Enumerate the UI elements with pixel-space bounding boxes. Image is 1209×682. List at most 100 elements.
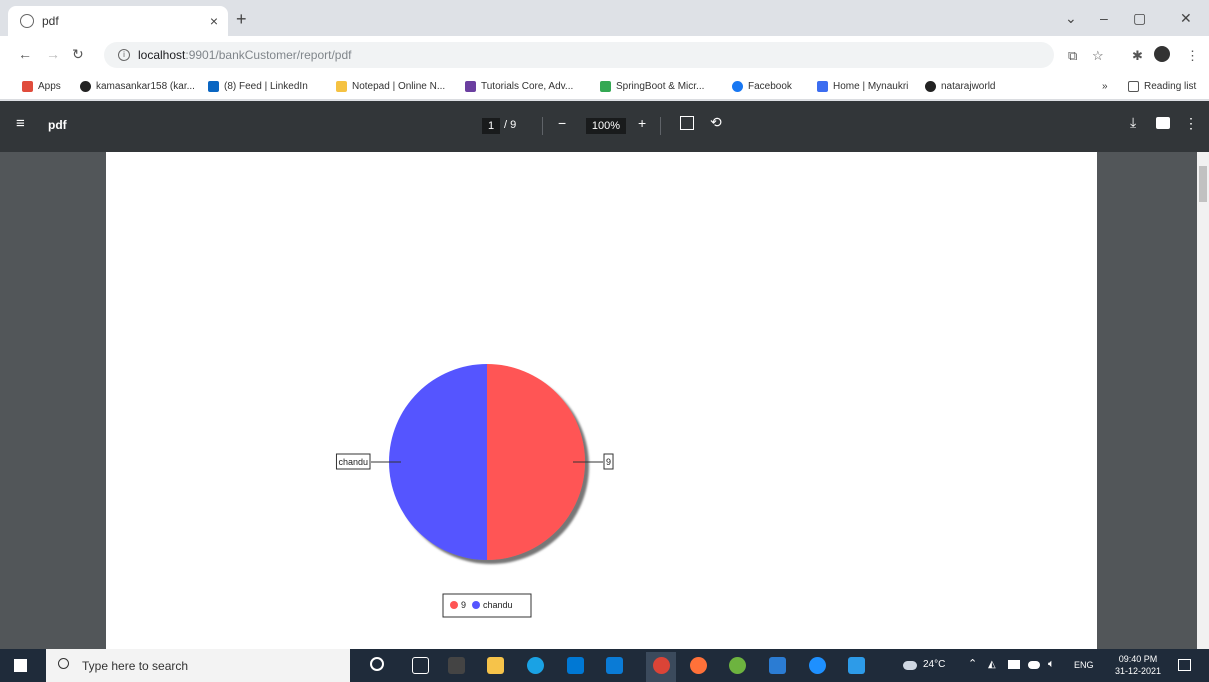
chart-legend: 9 chandu	[442, 593, 532, 618]
rotate-icon[interactable]: ⟲	[710, 114, 722, 131]
mail-icon[interactable]	[606, 657, 623, 674]
app-icon[interactable]	[809, 657, 826, 674]
browser-tab[interactable]: pdf ×	[8, 6, 228, 36]
terminal-icon[interactable]	[448, 657, 465, 674]
menu-icon[interactable]: ⋮	[1186, 48, 1199, 64]
bookmark-label: natarajworld	[941, 81, 996, 92]
battery-icon[interactable]	[1008, 660, 1020, 669]
site-info-icon[interactable]: i	[118, 49, 130, 61]
bookmark-notepad[interactable]: Notepad | Online N...	[336, 81, 445, 92]
reload-icon[interactable]: ↻	[72, 46, 84, 63]
weather-temp[interactable]: 24°C	[923, 659, 945, 670]
pie-slices	[389, 364, 585, 560]
reading-list-label: Reading list	[1144, 81, 1197, 92]
word-icon[interactable]	[769, 657, 786, 674]
bookmark-github-1[interactable]: kamasankar158 (kar...	[80, 81, 195, 92]
legend-swatch	[472, 601, 481, 609]
scrollbar-thumb[interactable]	[1199, 166, 1207, 202]
legend-swatch	[450, 601, 458, 609]
pdf-toolbar: ≡ pdf 1 / 9 − 100% + ⟲ ⤓ ⋮	[0, 101, 1209, 152]
notepad-icon	[336, 81, 347, 92]
pie-chart: 9 chandu 9 chandu	[335, 364, 614, 618]
minimize-button[interactable]: –	[1100, 10, 1108, 26]
restore-button[interactable]: ▢	[1133, 10, 1146, 27]
firefox-icon[interactable]	[690, 657, 707, 674]
tutorials-icon	[465, 81, 476, 92]
spring-tools-icon[interactable]	[729, 657, 746, 674]
print-icon[interactable]	[1156, 117, 1170, 129]
vscode-icon[interactable]	[848, 657, 865, 674]
zoom-in-button[interactable]: +	[638, 115, 646, 131]
zoom-level[interactable]: 100%	[586, 118, 626, 134]
linkedin-icon	[208, 81, 219, 92]
download-icon[interactable]: ⤓	[1130, 114, 1136, 131]
bookmark-label: kamasankar158 (kar...	[96, 81, 195, 92]
bookmark-linkedin[interactable]: (8) Feed | LinkedIn	[208, 81, 308, 92]
bookmark-springboot[interactable]: SpringBoot & Micr...	[600, 81, 704, 92]
profile-avatar[interactable]	[1154, 46, 1170, 62]
forward-icon[interactable]: →	[46, 46, 60, 62]
more-options-icon[interactable]: ⋮	[1184, 115, 1198, 132]
volume-icon[interactable]: 🔈︎	[1048, 658, 1055, 671]
page-number-input[interactable]: 1	[482, 118, 500, 134]
menu-hamburger-icon[interactable]: ≡	[16, 115, 25, 132]
bookmark-overflow[interactable]: »	[1102, 81, 1108, 92]
bookmark-label: (8) Feed | LinkedIn	[224, 81, 308, 92]
tray-chevron-icon[interactable]: ⌃	[968, 657, 977, 670]
bookmark-label: SpringBoot & Micr...	[616, 81, 705, 92]
task-view-icon[interactable]	[412, 657, 429, 674]
share-icon[interactable]: ⧉	[1068, 48, 1077, 64]
pie-label-9: 9	[606, 457, 611, 467]
reading-list[interactable]: Reading list	[1128, 81, 1196, 92]
windows-start-icon[interactable]	[14, 659, 27, 672]
globe-icon	[20, 14, 34, 28]
weather-icon[interactable]	[903, 661, 917, 670]
pie-slice-chandu	[389, 364, 487, 560]
new-tab-button[interactable]: +	[236, 9, 247, 30]
pdf-page: 9 chandu 9 chandu	[106, 152, 1097, 649]
legend-label: 9	[461, 600, 466, 610]
onedrive-icon[interactable]	[1028, 661, 1040, 669]
search-placeholder: Type here to search	[82, 658, 189, 673]
pie-slice-9	[487, 364, 585, 560]
extensions-icon[interactable]: ✱	[1132, 48, 1143, 64]
bookmark-apps[interactable]: Apps	[22, 81, 61, 92]
back-icon[interactable]: ←	[18, 46, 32, 62]
fit-page-icon[interactable]	[680, 116, 694, 130]
zoom-out-button[interactable]: −	[558, 115, 566, 131]
pdf-viewer: 9 chandu 9 chandu	[0, 152, 1209, 649]
bookmarks-bar: Apps kamasankar158 (kar... (8) Feed | Li…	[0, 74, 1209, 100]
tab-strip: pdf × + ⌄ – ▢ ✕	[0, 0, 1209, 36]
taskbar-search[interactable]: Type here to search	[46, 649, 350, 682]
clock[interactable]: 09:40 PM 31-12-2021	[1108, 653, 1168, 677]
github-icon	[80, 81, 91, 92]
search-icon	[58, 658, 69, 669]
bookmark-label: Tutorials Core, Adv...	[481, 81, 574, 92]
file-explorer-icon[interactable]	[487, 657, 504, 674]
bookmark-star-icon[interactable]: ☆	[1092, 48, 1104, 64]
language-indicator[interactable]: ENG	[1074, 660, 1094, 670]
notifications-icon[interactable]	[1178, 659, 1191, 671]
bookmark-github-2[interactable]: natarajworld	[925, 81, 995, 92]
store-icon[interactable]	[567, 657, 584, 674]
bookmark-label: Apps	[38, 81, 61, 92]
separator	[660, 117, 661, 135]
cortana-icon[interactable]	[370, 657, 384, 671]
network-icon[interactable]: ◭	[988, 659, 996, 670]
mynaukri-icon	[817, 81, 828, 92]
edge-icon[interactable]	[527, 657, 544, 674]
close-window-button[interactable]: ✕	[1180, 10, 1192, 27]
vertical-scrollbar[interactable]	[1197, 152, 1209, 649]
facebook-icon	[732, 81, 743, 92]
bookmark-mynaukri[interactable]: Home | Mynaukri	[817, 81, 908, 92]
bookmark-facebook[interactable]: Facebook	[732, 81, 792, 92]
url-path: :9901/bankCustomer/report/pdf	[185, 48, 352, 62]
github-icon	[925, 81, 936, 92]
bookmark-label: Notepad | Online N...	[352, 81, 446, 92]
bookmark-label: Facebook	[748, 81, 792, 92]
tab-search-icon[interactable]: ⌄	[1065, 10, 1077, 27]
bookmark-tutorials[interactable]: Tutorials Core, Adv...	[465, 81, 573, 92]
address-bar[interactable]: i localhost :9901/bankCustomer/report/pd…	[104, 42, 1054, 68]
close-tab-icon[interactable]: ×	[210, 13, 218, 29]
chrome-icon[interactable]	[653, 657, 670, 674]
